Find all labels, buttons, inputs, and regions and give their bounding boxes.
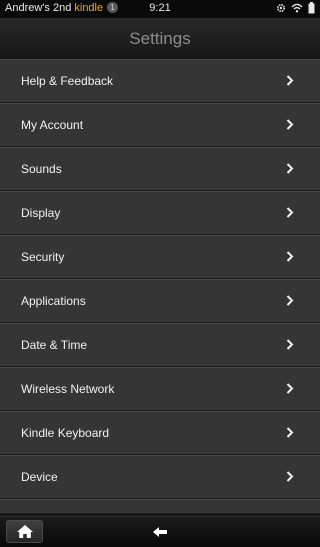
status-bar: Andrew's 2nd kindle 1 9:21 <box>0 0 320 18</box>
settings-item-help-feedback[interactable]: Help & Feedback <box>0 59 320 103</box>
settings-item-security[interactable]: Security <box>0 235 320 279</box>
status-icons <box>276 2 315 14</box>
status-time: 9:21 <box>149 2 171 14</box>
settings-item-display[interactable]: Display <box>0 191 320 235</box>
chevron-right-icon <box>286 207 294 218</box>
settings-item-kindle-keyboard[interactable]: Kindle Keyboard <box>0 411 320 455</box>
battery-icon <box>308 2 315 14</box>
settings-item-wireless-network[interactable]: Wireless Network <box>0 367 320 411</box>
back-arrow-icon <box>153 527 167 537</box>
settings-list[interactable]: Help & Feedback My Account Sounds Displa… <box>0 59 320 516</box>
chevron-right-icon <box>286 119 294 130</box>
settings-item-label: My Account <box>21 118 84 132</box>
back-button[interactable] <box>147 521 173 543</box>
home-icon <box>17 525 33 538</box>
wifi-icon[interactable] <box>291 3 303 13</box>
gear-icon[interactable] <box>276 3 286 13</box>
settings-item-my-account[interactable]: My Account <box>0 103 320 147</box>
settings-item-partial[interactable] <box>0 499 320 514</box>
chevron-right-icon <box>286 339 294 350</box>
chevron-right-icon <box>286 251 294 262</box>
chevron-right-icon <box>286 75 294 86</box>
settings-item-label: Device <box>21 470 58 484</box>
settings-item-device[interactable]: Device <box>0 455 320 499</box>
chevron-right-icon <box>286 383 294 394</box>
settings-item-label: Kindle Keyboard <box>21 426 110 440</box>
chevron-right-icon <box>286 471 294 482</box>
chevron-right-icon <box>286 295 294 306</box>
settings-item-label: Display <box>21 206 61 220</box>
settings-item-sounds[interactable]: Sounds <box>0 147 320 191</box>
settings-item-label: Applications <box>21 294 86 308</box>
settings-item-label: Wireless Network <box>21 382 115 396</box>
home-button[interactable] <box>6 520 43 543</box>
settings-item-label: Security <box>21 250 65 264</box>
settings-item-applications[interactable]: Applications <box>0 279 320 323</box>
chevron-right-icon <box>286 427 294 438</box>
bottom-nav-bar <box>0 516 320 547</box>
title-bar: Settings <box>0 18 320 60</box>
settings-item-label: Date & Time <box>21 338 88 352</box>
page-title: Settings <box>129 29 191 48</box>
settings-item-label: Sounds <box>21 162 62 176</box>
chevron-right-icon <box>286 163 294 174</box>
settings-item-label: Help & Feedback <box>21 74 114 88</box>
settings-item-date-time[interactable]: Date & Time <box>0 323 320 367</box>
